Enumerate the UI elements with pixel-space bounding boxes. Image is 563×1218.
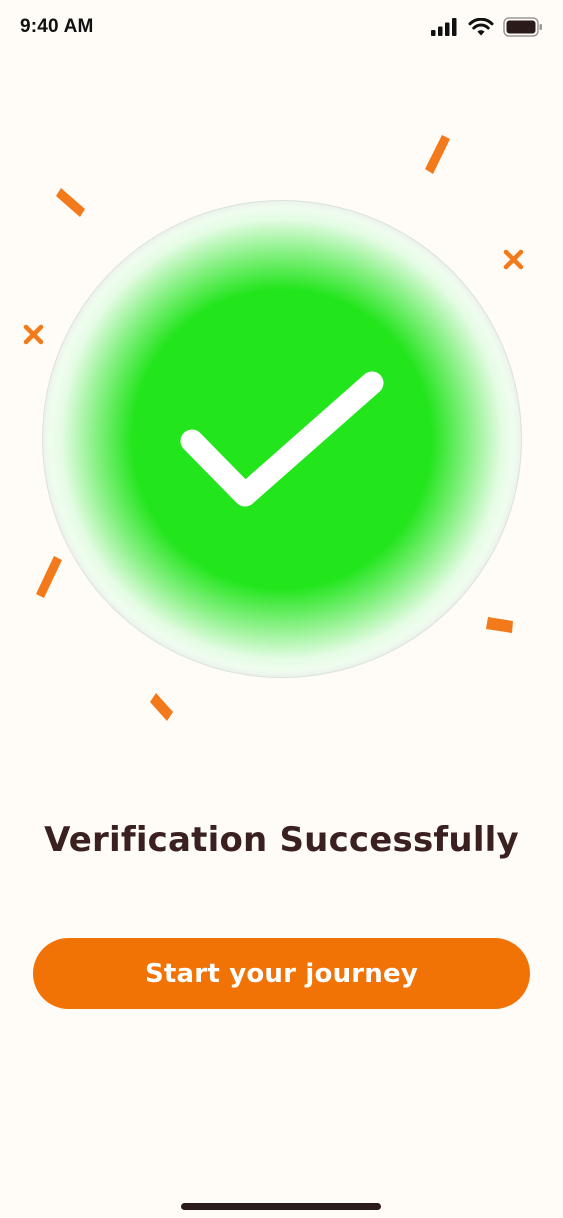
page-title: Verification Successfully (44, 820, 519, 860)
confetti-dash (425, 135, 450, 174)
checkmark-icon (180, 371, 384, 507)
home-indicator[interactable] (181, 1203, 381, 1210)
start-journey-button[interactable]: Start your journey (33, 938, 530, 1009)
success-badge (42, 200, 522, 678)
confetti-dash (150, 693, 173, 721)
confetti-x (23, 324, 44, 345)
